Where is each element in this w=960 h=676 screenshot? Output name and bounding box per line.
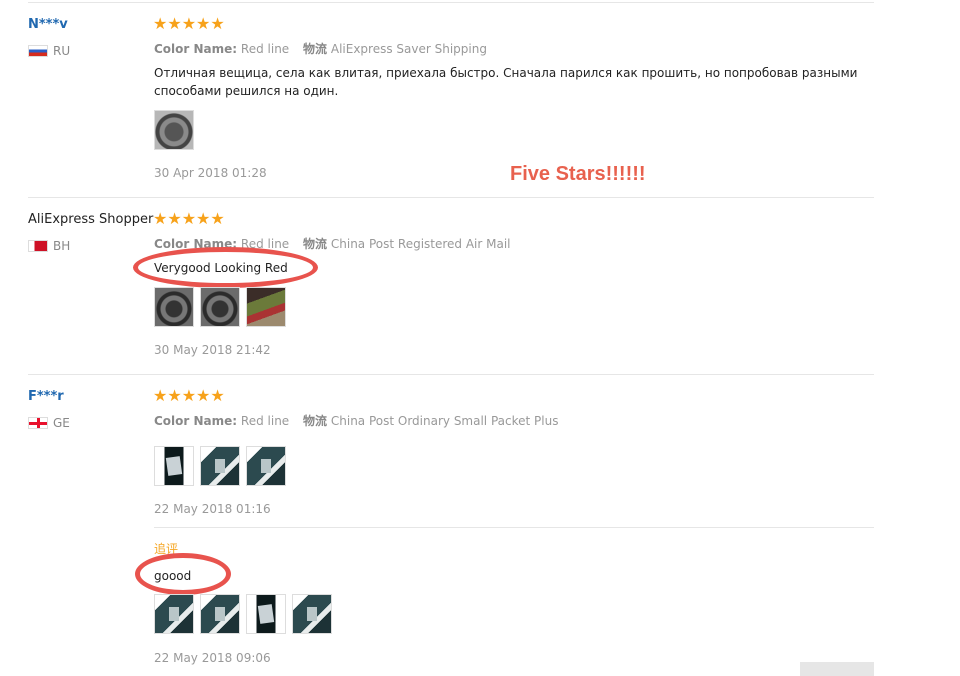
review-photo[interactable] [154,287,194,327]
country-code: GE [53,416,70,430]
review-photo[interactable] [154,446,194,486]
review-photo[interactable] [246,287,286,327]
shipping-value: China Post Registered Air Mail [330,237,511,251]
divider [154,527,874,528]
flag-bh-icon [28,240,48,252]
reviewer-country: RU [28,44,70,58]
divider [28,2,874,3]
shipping-value: AliExpress Saver Shipping [330,42,487,56]
review-text: Отличная вещица, села как влитая, приеха… [154,66,858,98]
star-rating: ★★★★★ [153,14,225,33]
five-stars-annotation: Five Stars!!!!!! [510,163,646,185]
reviewer-name[interactable]: N***v [28,17,68,32]
review-photos [154,110,194,150]
shipping-value: China Post Ordinary Small Packet Plus [330,414,559,428]
review-date: 22 May 2018 01:16 [154,502,271,516]
highlight-circle [135,553,231,595]
review-meta: Color Name: Red line 物流 AliExpress Saver… [154,40,497,57]
review-photos [154,446,286,486]
star-rating: ★★★★★ [153,386,225,405]
divider [28,374,874,375]
followup-text: goood [154,569,192,583]
flag-ru-icon [28,45,48,57]
divider [28,197,874,198]
review-photo[interactable] [154,594,194,634]
highlight-circle [133,247,318,288]
reviewer-country: GE [28,416,70,430]
color-name-value: Red line [240,42,290,56]
color-name-value: Red line [240,414,290,428]
review-photo[interactable] [246,594,286,634]
flag-ge-icon [28,417,48,429]
review-photo[interactable] [200,287,240,327]
reviewer-name: AliExpress Shopper [28,212,154,227]
review-date: 30 May 2018 21:42 [154,343,271,357]
star-rating: ★★★★★ [153,209,225,228]
review-photo[interactable] [292,594,332,634]
review-photos [154,287,286,327]
review-photo[interactable] [154,110,194,150]
shipping-label: 物流 [303,414,328,428]
reviewer-country: BH [28,239,70,253]
review-photo[interactable] [200,594,240,634]
review-date: 30 Apr 2018 01:28 [154,166,267,180]
country-code: RU [53,44,71,58]
color-name-label: Color Name: [154,42,238,56]
country-code: BH [53,239,71,253]
followup-photos [154,594,332,634]
shipping-label: 物流 [303,237,328,251]
color-name-label: Color Name: [154,414,238,428]
review-photo[interactable] [246,446,286,486]
followup-date: 22 May 2018 09:06 [154,651,271,665]
shipping-label: 物流 [303,42,328,56]
pagination-button[interactable] [800,662,874,676]
reviewer-name[interactable]: F***r [28,389,64,404]
review-meta: Color Name: Red line 物流 China Post Ordin… [154,412,568,429]
review-photo[interactable] [200,446,240,486]
